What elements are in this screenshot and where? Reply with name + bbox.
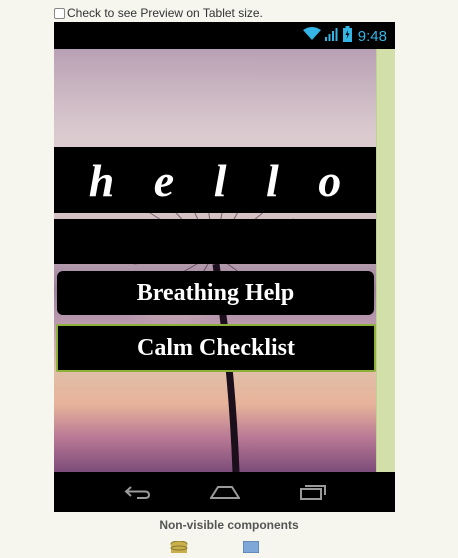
- scrollbar[interactable]: [376, 49, 395, 472]
- wifi-icon: [302, 26, 321, 46]
- tablet-preview-label: Check to see Preview on Tablet size.: [67, 6, 263, 20]
- navigation-bar: [54, 472, 395, 512]
- calm-checklist-button[interactable]: Calm Checklist: [56, 324, 376, 372]
- battery-icon: [342, 25, 352, 47]
- status-clock: 9:48: [357, 27, 387, 45]
- tablet-preview-checkbox[interactable]: [54, 7, 65, 19]
- breathing-help-button[interactable]: Breathing Help: [57, 271, 374, 315]
- signal-icon: [324, 27, 339, 46]
- non-visible-components-heading: Non-visible components: [159, 518, 299, 532]
- database-icon[interactable]: [170, 540, 188, 558]
- home-icon[interactable]: [207, 480, 243, 504]
- status-bar: 9:48: [54, 22, 395, 49]
- title-label: h e l l o: [88, 154, 356, 206]
- component-icon[interactable]: [242, 540, 260, 558]
- recent-apps-icon[interactable]: [295, 480, 331, 504]
- phone-preview: 9:48 h e l l o Breathing Help Calm Check…: [54, 22, 395, 512]
- back-icon[interactable]: [119, 480, 155, 504]
- blank-banner: [54, 219, 376, 264]
- tablet-preview-toggle[interactable]: Check to see Preview on Tablet size.: [54, 5, 263, 21]
- title-banner: h e l l o: [54, 147, 376, 213]
- app-screen: h e l l o Breathing Help Calm Checklist: [54, 49, 395, 472]
